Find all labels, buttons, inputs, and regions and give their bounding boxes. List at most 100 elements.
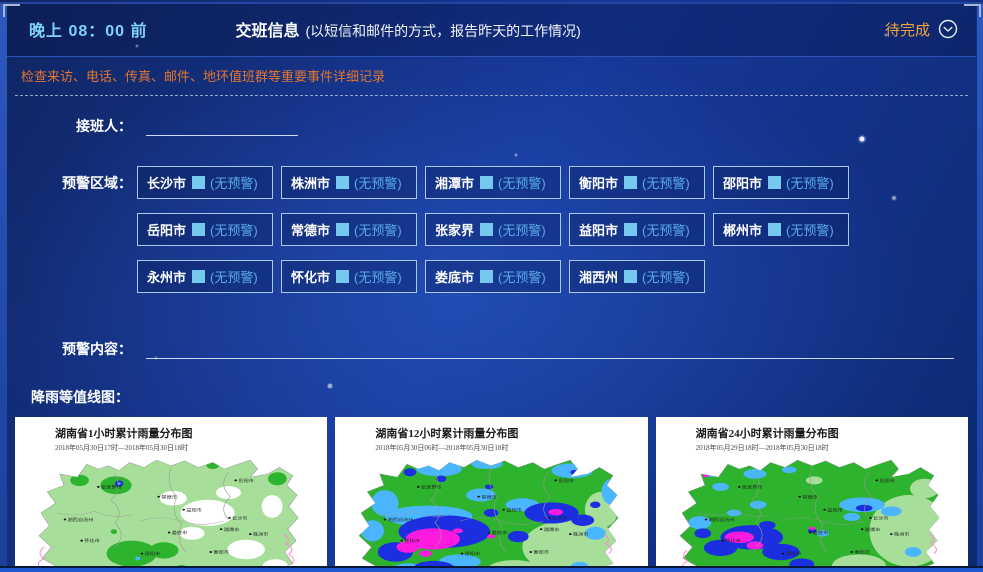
svg-text:湘西自治州: 湘西自治州 [708, 517, 734, 523]
rain-map-12h: 湖南省12小时累计雨量分布图 2018年05月30日06时—2018年05月30… [335, 417, 647, 572]
city-label: 湘潭市 [435, 173, 474, 192]
city-checkbox[interactable] [768, 223, 781, 236]
header-title-group: 交班信息 (以短信和邮件的方式，报告昨天的工作情况) [236, 17, 581, 41]
svg-text:衡阳市: 衡阳市 [213, 549, 229, 555]
warning-city-option[interactable]: 怀化市(无预警) [281, 260, 417, 293]
city-warning-status: (无预警) [210, 173, 258, 192]
city-label: 张家界 [435, 220, 474, 239]
deadline-time: 晚上 08：00 前 [29, 17, 148, 41]
rain-map-1h: 湖南省1小时累计雨量分布图 2018年05月30日17时—2018年05月30日… [15, 417, 327, 572]
svg-text:常德市: 常德市 [482, 494, 498, 500]
svg-text:邵阳市: 邵阳市 [465, 551, 481, 557]
map-title: 湖南省1小时累计雨量分布图 [15, 425, 327, 441]
city-warning-status: (无预警) [354, 173, 402, 192]
successor-row: 接班人： [7, 116, 976, 136]
svg-text:长沙市: 长沙市 [232, 515, 248, 521]
city-checkbox[interactable] [192, 223, 205, 236]
status-toggle[interactable]: 待完成 [885, 19, 958, 40]
warning-city-option[interactable]: 湘潭市 (无预警) [425, 166, 561, 199]
page-title-note: (以短信和邮件的方式，报告昨天的工作情况) [306, 21, 581, 41]
warning-city-option[interactable]: 长沙市 (无预警) [137, 166, 273, 199]
map-subtitle: 2018年05月30日06时—2018年05月30日18时 [335, 443, 647, 453]
warning-city-option[interactable]: 邵阳市 (无预警) [713, 166, 849, 199]
svg-text:长沙市: 长沙市 [873, 515, 889, 521]
svg-text:衡阳市: 衡阳市 [854, 549, 870, 555]
city-checkbox[interactable] [192, 270, 205, 283]
successor-input[interactable] [146, 116, 298, 136]
warning-city-option[interactable]: 郴州市 (无预警) [713, 213, 849, 246]
warning-content-label: 预警内容： [7, 339, 132, 359]
warning-city-option[interactable]: 张家界(无预警) [425, 213, 561, 246]
svg-text:邵阳市: 邵阳市 [785, 551, 801, 557]
svg-text:娄底市: 娄底市 [172, 530, 188, 536]
svg-text:长沙市: 长沙市 [552, 515, 568, 521]
warning-content-row: 预警内容： [7, 339, 976, 359]
bottom-scroll-bar[interactable] [0, 566, 983, 572]
city-warning-status: (无预警) [642, 173, 690, 192]
city-warning-status: (无预警) [498, 173, 546, 192]
warning-city-option[interactable]: 岳阳市(无预警) [137, 213, 273, 246]
corner-bracket-top-left [3, 4, 20, 17]
city-checkbox[interactable] [336, 270, 349, 283]
city-checkbox[interactable] [624, 223, 637, 236]
city-label: 怀化市 [291, 267, 330, 286]
city-checkbox[interactable] [192, 176, 205, 189]
city-warning-status: (无预警) [210, 267, 258, 286]
warning-city-option[interactable]: 常德市(无预警) [281, 213, 417, 246]
chevron-down-icon[interactable] [938, 19, 958, 39]
city-warning-status: (无预警) [786, 220, 834, 239]
map-title: 湖南省24小时累计雨量分布图 [656, 425, 968, 441]
warning-area-row: 预警区域： 长沙市(无预警)株洲市(无预警)湘潭市(无预警)衡阳市(无预警)邵阳… [7, 166, 976, 293]
notice-text: 检查来访、电话、传真、邮件、地环值班群等重要事件详细记录 [7, 57, 976, 93]
svg-text:湘潭市: 湘潭市 [544, 526, 560, 532]
rain-map-image-12h: 岳阳市张家界市常德市益阳市湘西自治州长沙市湘潭市株洲市怀化市娄底市邵阳市衡阳市永… [335, 456, 647, 572]
warning-city-option[interactable]: 株洲市 (无预警) [281, 166, 417, 199]
warning-city-option[interactable]: 衡阳市 (无预警) [569, 166, 705, 199]
city-warning-status: (无预警) [354, 220, 402, 239]
city-label: 邵阳市 [723, 173, 762, 192]
svg-text:张家界市: 张家界市 [421, 484, 442, 490]
city-label: 湘西州 [579, 267, 618, 286]
city-checkbox[interactable] [480, 270, 493, 283]
city-checkbox[interactable] [336, 223, 349, 236]
dashed-divider [15, 95, 968, 96]
svg-text:湘潭市: 湘潭市 [224, 526, 240, 532]
city-warning-status: (无预警) [498, 267, 546, 286]
svg-text:湘潭市: 湘潭市 [864, 526, 880, 532]
city-label: 岳阳市 [147, 220, 186, 239]
warning-city-option[interactable]: 娄底市 (无预警) [425, 260, 561, 293]
warning-city-grid: 长沙市 (无预警) 株洲市 (无预警) 湘潭市 (无预警) 衡阳市 (无预警) 邵阳市 (无预警)… [137, 166, 867, 293]
svg-text:益阳市: 益阳市 [186, 507, 202, 513]
city-checkbox[interactable] [768, 176, 781, 189]
svg-text:岳阳市: 岳阳市 [879, 478, 895, 484]
city-label: 娄底市 [435, 267, 474, 286]
warning-city-option[interactable]: 湘西州(无预警) [569, 260, 705, 293]
city-warning-status: (无预警) [786, 173, 834, 192]
svg-text:娄底市: 娄底市 [492, 530, 508, 536]
map-subtitle: 2018年05月30日17时—2018年05月30日18时 [15, 443, 327, 453]
svg-text:湘西自治州: 湘西自治州 [388, 517, 414, 523]
city-checkbox[interactable] [624, 176, 637, 189]
warning-area-label: 预警区域： [7, 166, 132, 193]
rain-map-image-1h: 岳阳市张家界市常德市益阳市湘西自治州长沙市湘潭市株洲市怀化市娄底市邵阳市衡阳市永… [15, 456, 327, 572]
city-label: 郴州市 [723, 220, 762, 239]
svg-text:怀化市: 怀化市 [725, 538, 741, 544]
svg-text:怀化市: 怀化市 [405, 538, 421, 544]
svg-text:娄底市: 娄底市 [812, 530, 828, 536]
city-checkbox[interactable] [480, 176, 493, 189]
city-label: 长沙市 [147, 173, 186, 192]
warning-city-option[interactable]: 益阳市(无预警) [569, 213, 705, 246]
map-subtitle: 2018年05月29日18时—2018年05月30日18时 [656, 443, 968, 453]
rain-map-24h: 湖南省24小时累计雨量分布图 2018年05月29日18时—2018年05月30… [656, 417, 968, 572]
warning-city-option[interactable]: 永州市(无预警) [137, 260, 273, 293]
svg-text:常德市: 常德市 [802, 494, 818, 500]
city-checkbox[interactable] [624, 270, 637, 283]
rain-maps-row: 湖南省1小时累计雨量分布图 2018年05月30日17时—2018年05月30日… [15, 417, 968, 572]
corner-bracket-top-right [964, 4, 981, 17]
city-label: 衡阳市 [579, 173, 618, 192]
city-label: 株洲市 [291, 173, 330, 192]
city-checkbox[interactable] [336, 176, 349, 189]
svg-text:邵阳市: 邵阳市 [145, 551, 161, 557]
city-checkbox[interactable] [480, 223, 493, 236]
warning-content-input[interactable] [146, 339, 954, 359]
